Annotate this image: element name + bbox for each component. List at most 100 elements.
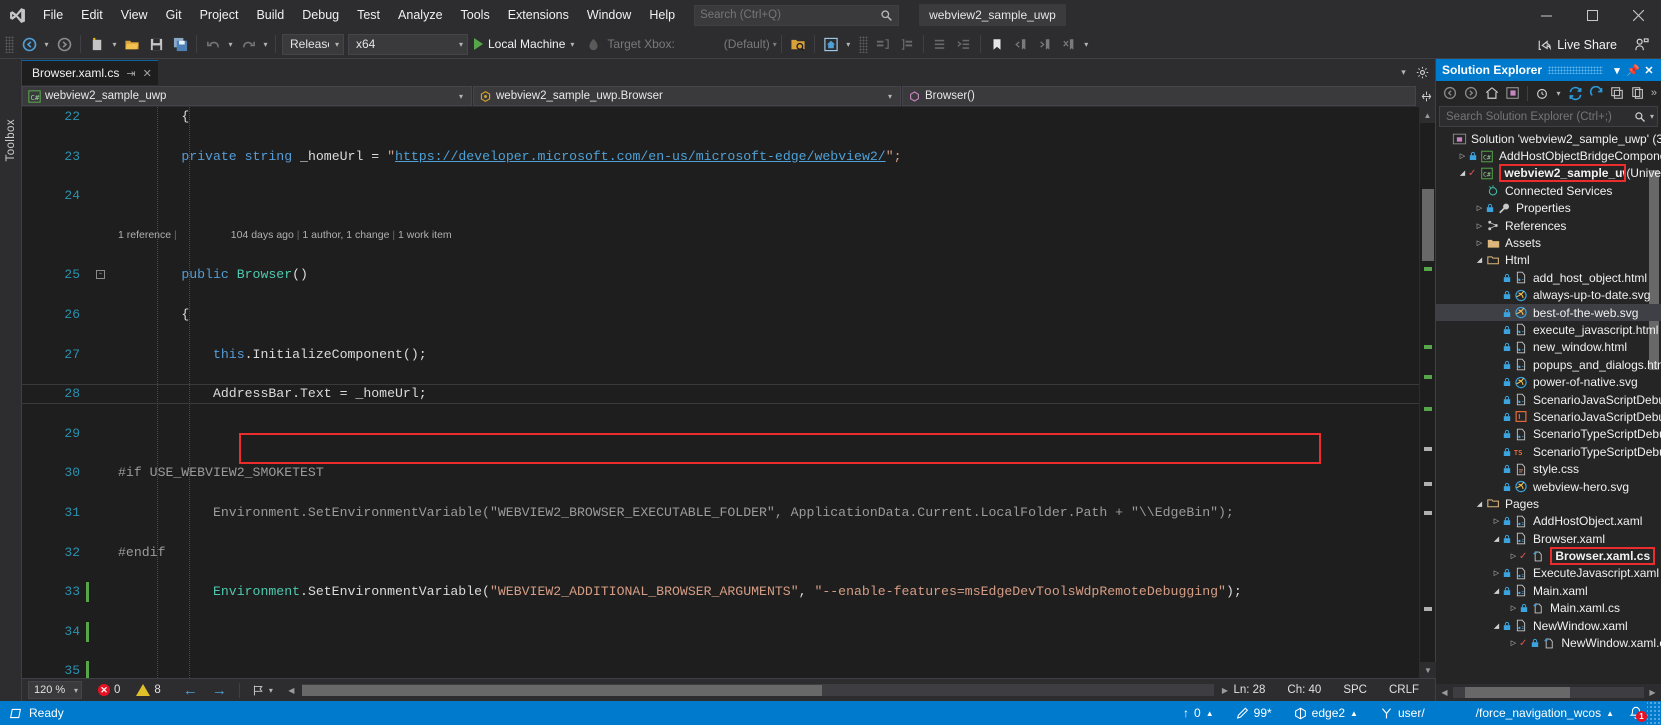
- member-dropdown[interactable]: Browser(): [902, 86, 1416, 106]
- solution-name-button[interactable]: webview2_sample_uwp: [919, 4, 1066, 26]
- se-hscroll-left-icon[interactable]: ◀: [1436, 684, 1453, 701]
- codelens-indicator[interactable]: 1 reference | 104 days ago | 1 author, 1 …: [118, 226, 452, 246]
- start-debug-button[interactable]: Local Machine ▾: [470, 33, 581, 55]
- solution-explorer-search-box[interactable]: ▾: [1439, 106, 1658, 127]
- collapse-all-icon[interactable]: [1607, 83, 1627, 103]
- tree-node[interactable]: add_host_object.html: [1436, 269, 1661, 286]
- menu-test[interactable]: Test: [348, 0, 389, 30]
- close-icon[interactable]: ✕: [1641, 64, 1657, 77]
- tree-node[interactable]: ◢ ✓ C# webview2_sample_uwp (Unive: [1436, 164, 1661, 183]
- code-lines[interactable]: 22 {23 private string _homeUrl = "https:…: [22, 107, 1419, 678]
- code-surface[interactable]: 22 {23 private string _homeUrl = "https:…: [22, 107, 1419, 678]
- tree-node[interactable]: TS ScenarioTypeScriptDebug: [1436, 443, 1661, 460]
- solution-explorer-horizontal-scrollbar[interactable]: ◀ ▶: [1436, 684, 1661, 701]
- code-text[interactable]: Environment.SetEnvironmentVariable("WEBV…: [118, 503, 1234, 523]
- tree-node[interactable]: style.css: [1436, 460, 1661, 477]
- code-text[interactable]: #if USE_WEBVIEW2_SMOKETEST: [118, 463, 324, 483]
- expand-arrow-icon[interactable]: ▷: [1474, 239, 1485, 247]
- expand-arrow-icon[interactable]: ▷: [1491, 569, 1502, 577]
- tree-node[interactable]: execute_javascript.html: [1436, 321, 1661, 338]
- pending-changes-cell[interactable]: ↑ 0 ▲: [1172, 701, 1225, 725]
- editor-horizontal-scrollbar[interactable]: [301, 684, 1215, 696]
- save-all-icon[interactable]: [169, 33, 191, 55]
- open-file-icon[interactable]: [121, 33, 143, 55]
- back-icon[interactable]: [1440, 83, 1460, 103]
- tree-node[interactable]: ▷ ✓ Browser.xaml.cs: [1436, 547, 1661, 566]
- menu-extensions[interactable]: Extensions: [499, 0, 578, 30]
- expand-arrow-icon[interactable]: ▷: [1508, 604, 1519, 612]
- tree-node[interactable]: ◢ Browser.xaml: [1436, 530, 1661, 547]
- clear-bookmarks-icon[interactable]: [1058, 33, 1080, 55]
- menu-build[interactable]: Build: [247, 0, 293, 30]
- expand-arrow-icon[interactable]: ▷: [1474, 222, 1485, 230]
- notifications-button[interactable]: 1: [1625, 701, 1647, 725]
- pin-icon[interactable]: ⇥: [126, 67, 135, 80]
- expand-arrow-icon[interactable]: ▷: [1508, 552, 1519, 560]
- toolbox-panel-tab[interactable]: Toolbox: [0, 59, 22, 701]
- solution-icon[interactable]: [1503, 83, 1523, 103]
- hscroll-left-icon[interactable]: ◀: [283, 682, 300, 699]
- toolbar-grip-2[interactable]: [858, 35, 868, 53]
- live-share-button[interactable]: Live Share: [1537, 30, 1617, 59]
- code-line[interactable]: 29: [22, 424, 1419, 444]
- show-all-files-icon[interactable]: [1628, 83, 1648, 103]
- tree-node[interactable]: ◢ NewWindow.xaml: [1436, 617, 1661, 634]
- pin-icon[interactable]: 📌: [1625, 64, 1641, 77]
- minimize-button[interactable]: [1523, 0, 1569, 30]
- toolbar-overflow-icon[interactable]: ▾: [1081, 33, 1092, 55]
- navigate-backward-dropdown-icon[interactable]: ▾: [41, 33, 52, 55]
- menu-file[interactable]: File: [34, 0, 72, 30]
- tree-node[interactable]: ▷ Properties: [1436, 200, 1661, 217]
- home-icon[interactable]: [1482, 83, 1502, 103]
- active-files-dropdown-icon[interactable]: ▾: [1395, 61, 1412, 83]
- type-dropdown[interactable]: webview2_sample_uwp.Browser ▾: [473, 86, 901, 106]
- bookmark-filter[interactable]: ▾: [252, 684, 273, 697]
- expand-arrow-icon[interactable]: ▷: [1491, 517, 1502, 525]
- tree-node[interactable]: ScenarioJavaScriptDebug: [1436, 408, 1661, 425]
- panel-drag-handle[interactable]: [1548, 66, 1603, 74]
- code-text[interactable]: AddressBar.Text = _homeUrl;: [118, 384, 427, 404]
- forward-icon[interactable]: [1461, 83, 1481, 103]
- indent-mode[interactable]: SPC: [1343, 684, 1367, 696]
- home-dropdown-icon[interactable]: ▾: [843, 33, 854, 55]
- se-hscroll-right-icon[interactable]: ▶: [1644, 684, 1661, 701]
- next-issue-icon[interactable]: →: [212, 682, 227, 699]
- code-line[interactable]: 28 AddressBar.Text = _homeUrl;: [22, 384, 1419, 404]
- platform-combo[interactable]: x64 ▾: [348, 33, 468, 55]
- code-line[interactable]: 24: [22, 186, 1419, 206]
- code-text[interactable]: Environment.SetEnvironmentVariable("WEBV…: [118, 582, 1242, 602]
- menu-git[interactable]: Git: [157, 0, 191, 30]
- tree-node[interactable]: ▷ ExecuteJavascript.xaml: [1436, 565, 1661, 582]
- menu-debug[interactable]: Debug: [293, 0, 348, 30]
- close-icon[interactable]: ✕: [143, 67, 152, 80]
- chevron-down-icon[interactable]: ▾: [773, 40, 777, 49]
- tree-node[interactable]: new_window.html: [1436, 339, 1661, 356]
- panel-menu-icon[interactable]: ▾: [1609, 64, 1625, 77]
- tree-node[interactable]: popups_and_dialogs.htm: [1436, 356, 1661, 373]
- gear-icon[interactable]: [1414, 61, 1431, 83]
- tree-node[interactable]: best-of-the-web.svg: [1436, 303, 1661, 322]
- previous-bookmark-icon[interactable]: [1010, 33, 1032, 55]
- refresh-icon[interactable]: [1586, 83, 1606, 103]
- undo-icon[interactable]: [202, 33, 224, 55]
- tree-node[interactable]: ▷ AddHostObject.xaml: [1436, 513, 1661, 530]
- maximize-button[interactable]: [1569, 0, 1615, 30]
- code-line[interactable]: 30 #if USE_WEBVIEW2_SMOKETEST: [22, 463, 1419, 483]
- menu-help[interactable]: Help: [640, 0, 684, 30]
- workspace-cell[interactable]: /force_navigation_wcos ▲: [1436, 701, 1625, 725]
- navigate-backward-icon[interactable]: [18, 33, 40, 55]
- uncomment-selection-icon[interactable]: [896, 33, 918, 55]
- decrease-indent-icon[interactable]: [929, 33, 951, 55]
- tree-node[interactable]: ▷ ✓ NewWindow.xaml.cs: [1436, 634, 1661, 651]
- collapse-arrow-icon[interactable]: ◢: [1491, 587, 1502, 595]
- increase-indent-icon[interactable]: [953, 33, 975, 55]
- expand-arrow-icon[interactable]: ▷: [1474, 204, 1485, 212]
- code-text[interactable]: {: [118, 107, 189, 127]
- redo-dropdown-icon[interactable]: ▾: [260, 33, 271, 55]
- menu-tools[interactable]: Tools: [452, 0, 499, 30]
- code-line[interactable]: 34: [22, 621, 1419, 642]
- code-line[interactable]: 31 Environment.SetEnvironmentVariable("W…: [22, 503, 1419, 523]
- code-text[interactable]: private string _homeUrl = "https://devel…: [118, 147, 901, 167]
- tree-node[interactable]: ▷ Assets: [1436, 234, 1661, 251]
- tree-node[interactable]: ▷ Main.xaml.cs: [1436, 600, 1661, 617]
